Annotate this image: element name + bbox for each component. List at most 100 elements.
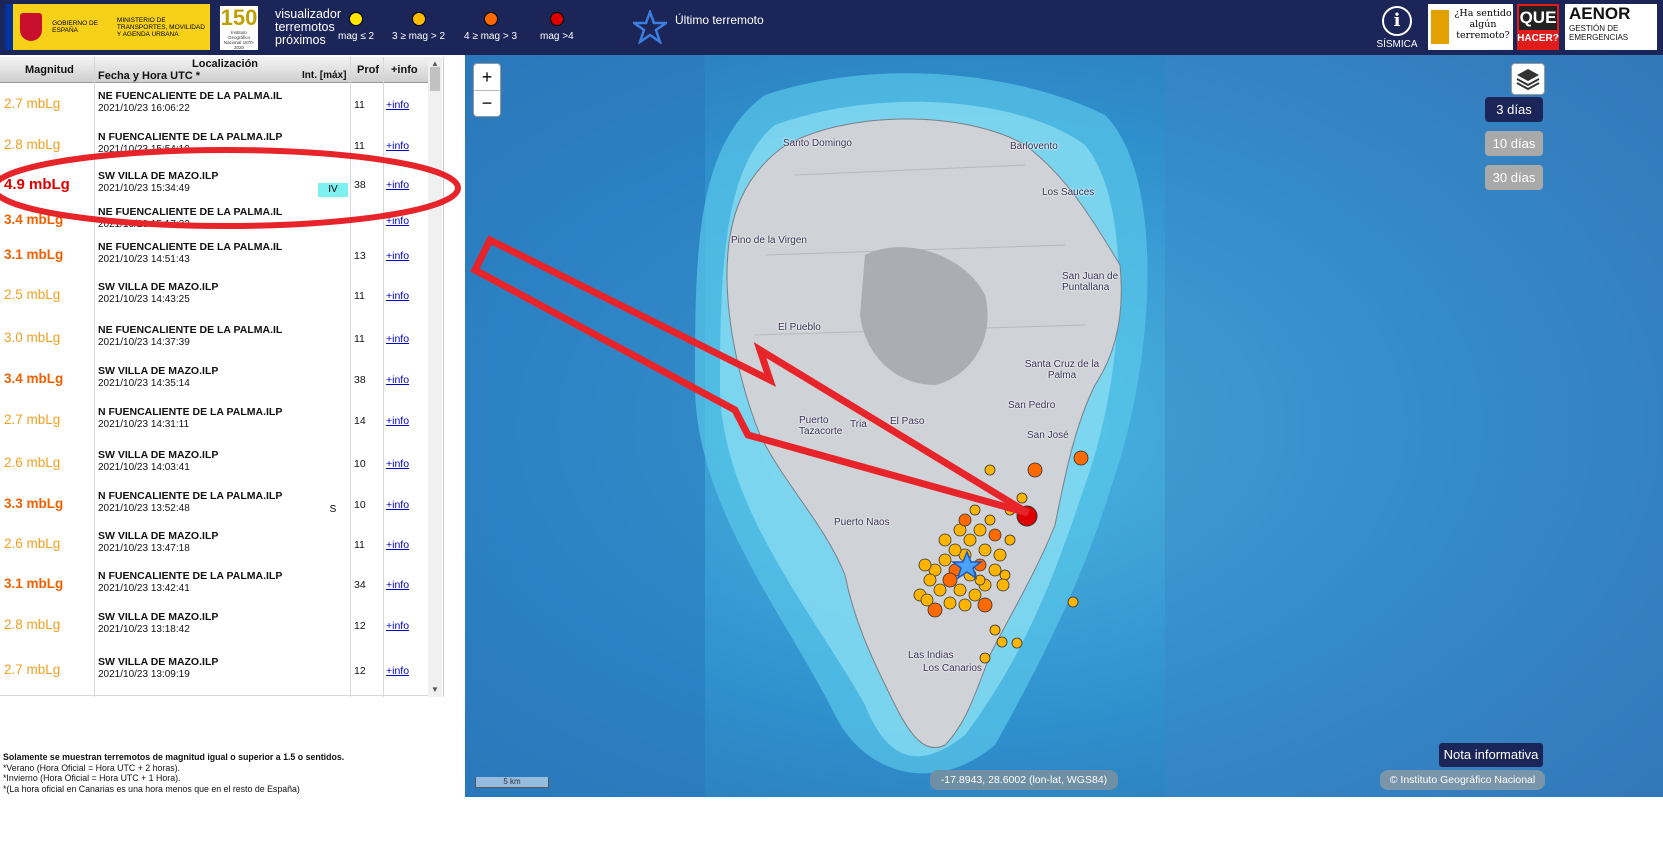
- row-datetime: 2021/10/23 13:18:42: [98, 624, 190, 635]
- zoom-in-button[interactable]: +: [474, 64, 500, 91]
- note-winter-time: *Invierno (Hora Oficial = Hora UTC + 1 H…: [3, 773, 181, 783]
- row-intensity: S: [329, 504, 337, 515]
- header-intensity[interactable]: Int. [máx]: [302, 70, 346, 81]
- days-3-button[interactable]: 3 días: [1485, 97, 1543, 122]
- felt-quake-label: ¿Ha sentido algún terremoto?: [1454, 8, 1512, 41]
- row-info-link[interactable]: +info: [386, 415, 409, 427]
- row-magnitude: 2.7 mbLg: [4, 96, 61, 111]
- row-depth: 38: [354, 374, 366, 386]
- table-row[interactable]: 2.7 mbLg N FUENCALIENTE DE LA PALMA.ILP 20…: [0, 399, 428, 444]
- row-intensity: [318, 543, 348, 557]
- town-las-indias: Las Indias: [908, 650, 954, 661]
- table-row[interactable]: 3.1 mbLg N FUENCALIENTE DE LA PALMA.ILP 20…: [0, 565, 428, 606]
- sismica-info-button[interactable]: i SÍSMICA: [1373, 6, 1421, 52]
- row-magnitude: 2.7 mbLg: [4, 662, 61, 677]
- days-10-button[interactable]: 10 días: [1485, 131, 1543, 156]
- zoom-out-button[interactable]: −: [474, 91, 500, 116]
- row-intensity: [318, 583, 348, 597]
- row-datetime: 2021/10/23 13:52:48: [98, 503, 190, 514]
- table-row[interactable]: 2.6 mbLg SW VILLA DE MAZO.ILP 2021/10/23 1…: [0, 525, 428, 566]
- nota-informativa-button[interactable]: Nota informativa: [1439, 743, 1543, 767]
- row-magnitude: 3.1 mbLg: [4, 247, 64, 262]
- felt-quake-button[interactable]: ¿Ha sentido algún terremoto?: [1428, 4, 1513, 50]
- aenor-logo[interactable]: AENOR GESTIÓN DE EMERGENCIAS: [1565, 4, 1657, 50]
- layers-button[interactable]: [1511, 63, 1545, 95]
- table-row[interactable]: 2.7 mbLg NE FUENCALIENTE DE LA PALMA.IL 20…: [0, 83, 428, 128]
- row-magnitude: 3.0 mbLg: [4, 330, 61, 345]
- row-intensity: [318, 294, 348, 308]
- table-row[interactable]: 2.8 mbLg SW VILLA DE MAZO.ILP 2021/10/23 1…: [0, 605, 428, 648]
- days-30-button[interactable]: 30 días: [1485, 165, 1543, 190]
- row-location: SW VILLA DE MAZO.ILP: [98, 449, 219, 461]
- row-location: N FUENCALIENTE DE LA PALMA.ILP: [98, 570, 283, 582]
- row-info-link[interactable]: +info: [386, 620, 409, 632]
- highlight-ellipse: [0, 147, 461, 229]
- row-datetime: 2021/10/23 14:51:43: [98, 254, 190, 265]
- table-row[interactable]: 3.4 mbLg SW VILLA DE MAZO.ILP 2021/10/23 1…: [0, 361, 428, 400]
- header-location[interactable]: Localización: [192, 58, 258, 70]
- coat-of-arms-icon: [5, 4, 49, 50]
- row-datetime: 2021/10/23 13:47:18: [98, 543, 190, 554]
- row-info-link[interactable]: +info: [386, 99, 409, 111]
- row-depth: 14: [354, 415, 366, 427]
- row-location: NE FUENCALIENTE DE LA PALMA.IL: [98, 90, 283, 102]
- row-location: NE FUENCALIENTE DE LA PALMA.IL: [98, 324, 283, 336]
- row-intensity: [318, 337, 348, 351]
- table-header: Magnitud Localización Fecha y Hora UTC *…: [0, 57, 428, 83]
- row-location: N FUENCALIENTE DE LA PALMA.ILP: [98, 406, 283, 418]
- table-row[interactable]: 2.7 mbLg SW VILLA DE MAZO.ILP 2021/10/23 1…: [0, 647, 428, 696]
- header-info[interactable]: +info: [391, 64, 418, 76]
- orange-dot-icon: [483, 12, 498, 26]
- ign-number: 150: [220, 5, 258, 30]
- row-depth: 34: [354, 579, 366, 591]
- layers-icon: [1516, 69, 1540, 91]
- header-datetime[interactable]: Fecha y Hora UTC *: [98, 70, 200, 82]
- row-info-link[interactable]: +info: [386, 499, 409, 511]
- header-magnitude[interactable]: Magnitud: [25, 64, 74, 76]
- legend-mag-2-3: 3 ≥ mag > 2: [392, 12, 445, 42]
- scroll-thumb[interactable]: [430, 67, 440, 91]
- legend-mag-3-4: 4 ≥ mag > 3: [464, 12, 517, 42]
- row-info-link[interactable]: +info: [386, 665, 409, 677]
- row-magnitude: 3.1 mbLg: [4, 576, 64, 591]
- row-info-link[interactable]: +info: [386, 290, 409, 302]
- row-info-link[interactable]: +info: [386, 458, 409, 470]
- table-row[interactable]: 2.5 mbLg SW VILLA DE MAZO.ILP 2021/10/23 1…: [0, 275, 428, 318]
- row-datetime: 2021/10/23 13:09:19: [98, 669, 190, 680]
- table-row[interactable]: 3.1 mbLg NE FUENCALIENTE DE LA PALMA.IL 20…: [0, 237, 428, 276]
- que-label: QUE: [1519, 6, 1557, 30]
- row-intensity: [318, 378, 348, 392]
- table-row[interactable]: 2.6 mbLg SW VILLA DE MAZO.ILP 2021/10/23 1…: [0, 443, 428, 486]
- row-intensity: [318, 254, 348, 268]
- map-scale-bar: 5 km: [475, 777, 549, 788]
- row-datetime: 2021/10/23 16:06:22: [98, 103, 190, 114]
- row-depth: 11: [354, 99, 365, 111]
- legend-last-quake: Último terremoto: [675, 13, 764, 27]
- table-row[interactable]: 3.3 mbLg N FUENCALIENTE DE LA PALMA.ILP 20…: [0, 485, 428, 526]
- town-san-juan-de-puntallana: San Juan de Puntallana: [1062, 271, 1119, 293]
- table-row[interactable]: 3.0 mbLg NE FUENCALIENTE DE LA PALMA.IL 20…: [0, 317, 428, 362]
- row-datetime: 2021/10/23 14:31:11: [98, 419, 190, 430]
- row-info-link[interactable]: +info: [386, 374, 409, 386]
- ign-150-logo[interactable]: 150 Instituto Geográfico Nacional 1870-2…: [220, 6, 258, 50]
- row-datetime: 2021/10/23 13:42:41: [98, 583, 190, 594]
- header-depth[interactable]: Prof: [357, 64, 379, 76]
- row-depth: 11: [354, 290, 365, 302]
- zoom-control: + −: [473, 63, 501, 117]
- map-attribution[interactable]: © Instituto Geográfico Nacional: [1380, 770, 1545, 790]
- row-info-link[interactable]: +info: [386, 539, 409, 551]
- row-location: SW VILLA DE MAZO.ILP: [98, 611, 219, 623]
- row-info-link[interactable]: +info: [386, 579, 409, 591]
- ministry-text: MINISTERIO DE TRANSPORTES, MOVILIDAD Y A…: [116, 16, 205, 38]
- legend-mag-le-2: mag ≤ 2: [338, 12, 374, 42]
- row-location: SW VILLA DE MAZO.ILP: [98, 281, 219, 293]
- row-depth: 13: [354, 250, 366, 262]
- row-info-link[interactable]: +info: [386, 333, 409, 345]
- row-magnitude: 2.5 mbLg: [4, 287, 61, 302]
- row-info-link[interactable]: +info: [386, 250, 409, 262]
- que-hacer-button[interactable]: QUE HACER?: [1517, 4, 1559, 50]
- scroll-down-arrow-icon[interactable]: ▼: [431, 685, 439, 694]
- row-datetime: 2021/10/23 14:03:41: [98, 462, 190, 473]
- government-logo[interactable]: GOBIERNO DE ESPAÑA MINISTERIO DE TRANSPO…: [5, 4, 210, 50]
- row-magnitude: 2.6 mbLg: [4, 536, 61, 551]
